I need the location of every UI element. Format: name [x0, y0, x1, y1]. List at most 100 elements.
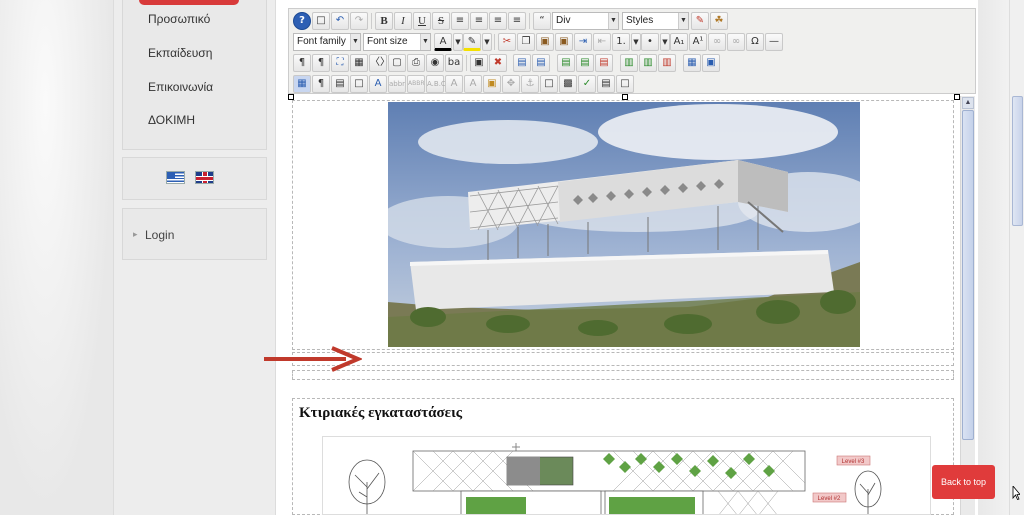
cleanup-brush-icon[interactable]: ☘	[710, 12, 728, 30]
editor-toolbar: ? □ ↶ ↷ B I U S ≡ ≡ ≡ ≡ “ Div ▼ Styles ▼…	[288, 8, 976, 94]
help-icon[interactable]: ?	[293, 12, 311, 30]
find-icon[interactable]: ◉	[426, 54, 444, 72]
unlink-icon[interactable]: ∞	[727, 33, 745, 51]
chevron-down-icon[interactable]: ▼	[660, 33, 670, 51]
insert-image-icon[interactable]: ▣	[470, 54, 488, 72]
superscript-icon[interactable]: A¹	[689, 33, 707, 51]
replace-icon[interactable]: ba	[445, 54, 463, 72]
insert-col-after-icon[interactable]: ▥	[639, 54, 657, 72]
spellcheck-icon[interactable]: ✓	[578, 75, 596, 93]
link-icon[interactable]: ∞	[708, 33, 726, 51]
font-family-select[interactable]: Font family ▼	[293, 33, 361, 51]
text-color-icon[interactable]: A	[434, 33, 452, 51]
styles-select[interactable]: Styles ▼	[622, 12, 689, 30]
insertion-icon[interactable]: A	[464, 75, 482, 93]
input-field-icon[interactable]: □	[540, 75, 558, 93]
abbr-icon[interactable]: abbr	[388, 75, 406, 93]
italic-button[interactable]: I	[394, 12, 412, 30]
media-icon[interactable]: ▩	[559, 75, 577, 93]
font-size-select[interactable]: Font size ▼	[363, 33, 431, 51]
attributes-icon[interactable]: ▣	[483, 75, 501, 93]
anchor-icon[interactable]: ⚓	[521, 75, 539, 93]
uk-flag-icon[interactable]	[195, 171, 214, 184]
editor-scrollbar[interactable]: ▲	[960, 96, 975, 515]
nonbreaking-icon[interactable]: □	[616, 75, 634, 93]
numbered-list-icon[interactable]: 1.	[612, 33, 630, 51]
blockquote-icon[interactable]: “	[533, 12, 551, 30]
delete-row-icon[interactable]: ▤	[595, 54, 613, 72]
sidebar-menu: Προσωπικό Εκπαίδευση Επικοινωνία ΔΟΚΙΜΗ	[122, 0, 267, 150]
direction-ltr-icon[interactable]: ¶	[293, 54, 311, 72]
copy-icon[interactable]: ❐	[517, 33, 535, 51]
row-props-icon[interactable]: ▤	[513, 54, 531, 72]
template-icon[interactable]: ▦	[350, 54, 368, 72]
scroll-up-icon[interactable]: ▲	[962, 97, 974, 109]
indent-icon[interactable]: ⇥	[574, 33, 592, 51]
acronym-icon[interactable]: ABBR	[407, 75, 425, 93]
highlight-color-icon[interactable]: ✎	[463, 33, 481, 51]
page-scroll-thumb[interactable]	[1012, 96, 1023, 226]
align-left-icon[interactable]: ≡	[489, 12, 507, 30]
cut-icon[interactable]: ✂	[498, 33, 516, 51]
styles-select-value: Styles	[626, 15, 654, 26]
chevron-down-icon[interactable]: ▼	[631, 33, 641, 51]
chevron-down-icon: ▼	[350, 34, 360, 50]
merge-cells-icon[interactable]: ▣	[702, 54, 720, 72]
code-icon[interactable]: 〈〉	[369, 54, 390, 72]
special-character-icon[interactable]: Ω	[746, 33, 764, 51]
sidebar-item-education[interactable]: Εκπαίδευση	[148, 46, 212, 60]
print-icon[interactable]: ⎙	[407, 54, 425, 72]
new-document-icon[interactable]: □	[312, 12, 330, 30]
move-icon[interactable]: ✥	[502, 75, 520, 93]
subscript-icon[interactable]: A₁	[670, 33, 688, 51]
align-center-icon[interactable]: ≡	[470, 12, 488, 30]
strikethrough-button[interactable]: S	[432, 12, 450, 30]
align-right-icon[interactable]: ≡	[508, 12, 526, 30]
fullscreen-icon[interactable]: ⛶	[331, 54, 349, 72]
undo-icon[interactable]: ↶	[331, 12, 349, 30]
deletion-icon[interactable]: A	[445, 75, 463, 93]
toolbar-separator	[529, 13, 530, 29]
preview-icon[interactable]: ▢	[388, 54, 406, 72]
chevron-down-icon[interactable]: ▼	[482, 33, 492, 51]
sidebar-item-contact[interactable]: Επικοινωνία	[148, 80, 213, 94]
visual-aid-icon[interactable]: ▦	[293, 75, 311, 93]
greek-flag-icon[interactable]	[166, 171, 185, 184]
insert-row-after-icon[interactable]: ▤	[576, 54, 594, 72]
delete-col-icon[interactable]: ▥	[658, 54, 676, 72]
show-blocks-icon[interactable]: ¶	[312, 75, 330, 93]
facility-plan-drawing[interactable]: Level #3 Level #2	[322, 436, 931, 515]
layer-icon[interactable]: □	[350, 75, 368, 93]
delete-table-icon[interactable]: ✖	[489, 54, 507, 72]
insert-col-before-icon[interactable]: ▥	[620, 54, 638, 72]
split-cells-icon[interactable]: ▦	[683, 54, 701, 72]
horizontal-rule-icon[interactable]: —	[765, 33, 783, 51]
format-select-value: Div	[556, 15, 571, 26]
page-scrollbar[interactable]	[1009, 0, 1024, 515]
back-to-top-button[interactable]: Back to top	[932, 465, 995, 499]
paste-icon[interactable]: ▣	[536, 33, 554, 51]
scroll-thumb[interactable]	[962, 110, 974, 440]
direction-rtl-icon[interactable]: ¶	[312, 54, 330, 72]
sidebar-item-personnel[interactable]: Προσωπικό	[148, 12, 210, 26]
login-link[interactable]: Login	[145, 228, 174, 242]
cell-props-icon[interactable]: ▤	[532, 54, 550, 72]
paste-text-icon[interactable]: ▣	[555, 33, 573, 51]
table-icon[interactable]: ▤	[597, 75, 615, 93]
bold-button[interactable]: B	[375, 12, 393, 30]
building-photo[interactable]	[388, 102, 860, 347]
chevron-down-icon[interactable]: ▼	[453, 33, 463, 51]
page-break-icon[interactable]: ▤	[331, 75, 349, 93]
underline-button[interactable]: U	[413, 12, 431, 30]
cite-icon[interactable]: A.B.C	[426, 75, 446, 93]
redo-icon[interactable]: ↷	[350, 12, 368, 30]
editor-content[interactable]: Κτιριακές εγκαταστάσεις Level #3 Level #…	[288, 94, 966, 515]
eraser-icon[interactable]: ✎	[691, 12, 709, 30]
outdent-icon[interactable]: ⇤	[593, 33, 611, 51]
insert-row-before-icon[interactable]: ▤	[557, 54, 575, 72]
styleprops-icon[interactable]: A	[369, 75, 387, 93]
format-select[interactable]: Div ▼	[552, 12, 619, 30]
align-justify-icon[interactable]: ≡	[451, 12, 469, 30]
sidebar-item-test[interactable]: ΔΟΚΙΜΗ	[148, 113, 195, 127]
bullet-list-icon[interactable]: •	[641, 33, 659, 51]
